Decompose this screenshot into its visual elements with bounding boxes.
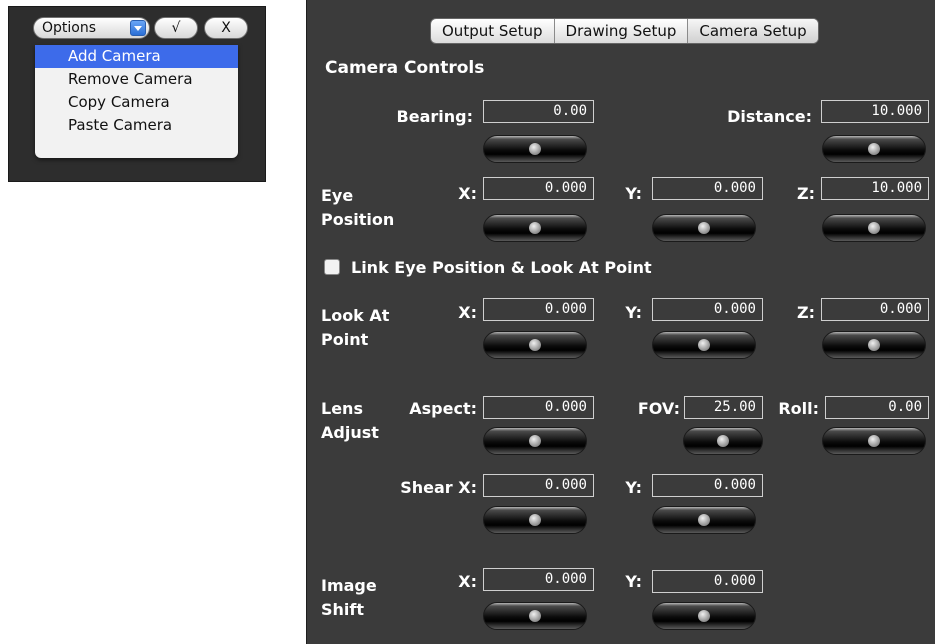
options-widget: Options √ X Add Camera Remove Camera Cop… [8,6,266,182]
slider-knob[interactable] [529,435,541,447]
options-menu: Add Camera Remove Camera Copy Camera Pas… [35,45,238,158]
look-at-y-slider[interactable] [652,331,756,359]
cancel-button[interactable]: X [204,17,248,39]
lens-adjust-label-line1: Lens [321,399,363,418]
slider-knob[interactable] [868,339,880,351]
slider-knob[interactable] [698,339,710,351]
roll-field[interactable]: 0.00 [825,396,929,419]
eye-z-label: Z: [797,184,815,203]
fov-field[interactable]: 25.00 [684,396,763,419]
image-shift-y-slider[interactable] [652,602,756,630]
section-title: Camera Controls [325,58,485,78]
eye-z-slider[interactable] [822,214,926,242]
slider-knob[interactable] [698,514,710,526]
image-shift-x-label: X: [458,572,477,591]
menu-item-add-camera[interactable]: Add Camera [35,45,238,68]
menu-item-paste-camera[interactable]: Paste Camera [35,114,238,137]
slider-knob[interactable] [868,222,880,234]
image-shift-x-slider[interactable] [483,602,587,630]
slider-knob[interactable] [698,222,710,234]
shear-x-slider[interactable] [483,506,587,534]
tab-output-setup[interactable]: Output Setup [431,19,555,43]
image-shift-label-line2: Shift [321,600,365,619]
bearing-slider[interactable] [483,135,587,163]
bearing-label: Bearing: [396,107,473,126]
eye-x-slider[interactable] [483,214,587,242]
tab-drawing-setup[interactable]: Drawing Setup [555,19,689,43]
fov-label: FOV: [637,399,680,418]
look-at-z-label: Z: [797,303,815,322]
lens-adjust-label-line2: Adjust [321,423,379,442]
slider-knob[interactable] [529,143,541,155]
eye-z-field[interactable]: 10.000 [821,177,929,200]
confirm-button[interactable]: √ [154,17,198,39]
eye-x-field[interactable]: 0.000 [483,177,594,200]
distance-slider[interactable] [822,135,926,163]
slider-knob[interactable] [868,143,880,155]
eye-x-label: X: [458,184,477,203]
image-shift-label-line1: Image [321,576,377,595]
roll-slider[interactable] [822,427,926,455]
slider-knob[interactable] [868,435,880,447]
bearing-field[interactable]: 0.00 [483,100,594,123]
look-at-x-field[interactable]: 0.000 [483,298,594,321]
menu-item-remove-camera[interactable]: Remove Camera [35,68,238,91]
look-at-label-line2: Point [321,330,369,349]
slider-knob[interactable] [717,435,729,447]
look-at-y-label: Y: [625,303,642,322]
link-eye-lookat-checkbox[interactable] [324,259,340,275]
eye-y-field[interactable]: 0.000 [652,177,763,200]
aspect-slider[interactable] [483,427,587,455]
slider-knob[interactable] [529,610,541,622]
shear-y-slider[interactable] [652,506,756,534]
look-at-y-field[interactable]: 0.000 [652,298,763,321]
roll-label: Roll: [778,399,819,418]
options-label: Options [42,20,97,36]
shear-y-label: Y: [625,478,642,497]
options-dropdown-button[interactable]: Options [33,17,150,39]
look-at-z-field[interactable]: 0.000 [821,298,929,321]
chevron-down-icon[interactable] [130,20,146,36]
look-at-z-slider[interactable] [822,331,926,359]
fov-slider[interactable] [683,427,763,455]
distance-field[interactable]: 10.000 [821,100,929,123]
tab-camera-setup[interactable]: Camera Setup [688,19,818,43]
shear-x-label: Shear X: [400,478,477,497]
slider-knob[interactable] [529,222,541,234]
image-shift-x-field[interactable]: 0.000 [483,568,594,591]
look-at-x-slider[interactable] [483,331,587,359]
distance-label: Distance: [727,107,812,126]
look-at-label-line1: Look At [321,306,390,325]
camera-setup-panel: Output Setup Drawing Setup Camera Setup … [306,0,935,644]
aspect-field[interactable]: 0.000 [483,396,594,419]
shear-x-field[interactable]: 0.000 [483,474,594,497]
eye-y-label: Y: [625,184,642,203]
shear-y-field[interactable]: 0.000 [652,474,763,497]
aspect-label: Aspect: [409,399,477,418]
slider-knob[interactable] [698,610,710,622]
eye-y-slider[interactable] [652,214,756,242]
menu-item-copy-camera[interactable]: Copy Camera [35,91,238,114]
slider-knob[interactable] [529,514,541,526]
image-shift-y-field[interactable]: 0.000 [652,570,763,593]
tab-bar: Output Setup Drawing Setup Camera Setup [430,18,819,44]
eye-position-label-line2: Position [321,210,395,229]
slider-knob[interactable] [529,339,541,351]
link-eye-lookat-label[interactable]: Link Eye Position & Look At Point [351,258,652,277]
image-shift-y-label: Y: [625,572,642,591]
look-at-x-label: X: [458,303,477,322]
eye-position-label-line1: Eye [321,186,354,205]
